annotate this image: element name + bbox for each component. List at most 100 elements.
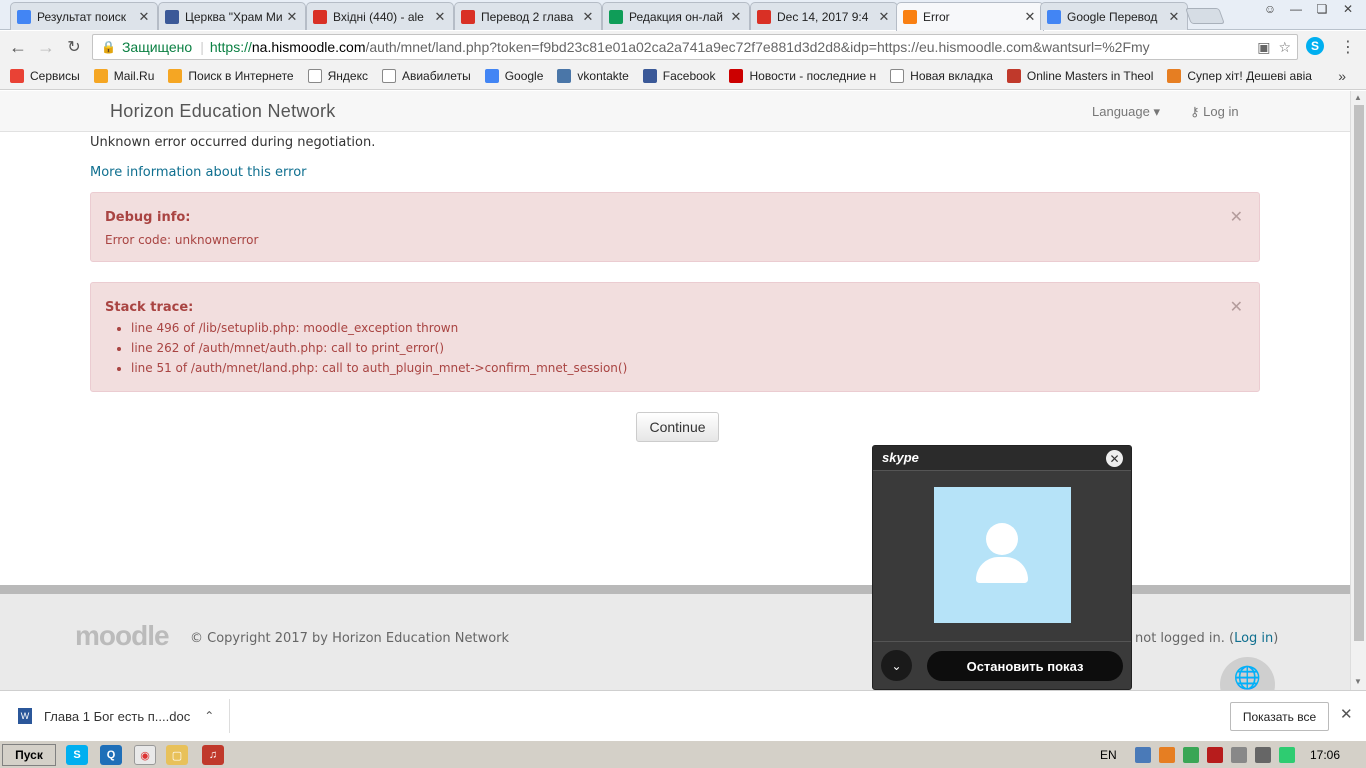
bookmark-item[interactable]: Супер хіт! Дешеві авіа [1167,69,1312,83]
skype-taskbar-icon[interactable]: S [66,745,88,765]
url-scheme: https:// [209,39,252,55]
bookmark-item[interactable]: Facebook [642,69,715,83]
windows-taskbar: Пуск S Q ◉ ▢ ♫ EN 17:06 [0,740,1366,768]
stop-sharing-button[interactable]: Остановить показ [927,651,1123,681]
close-window-button[interactable]: ✕ [1336,0,1360,18]
site-brand[interactable]: Horizon Education Network [110,101,336,122]
browser-tab[interactable]: Dec 14, 2017 9:4 ✕ [750,2,898,30]
display-icon[interactable] [1254,747,1271,763]
close-icon[interactable]: ✕ [729,9,743,25]
page-scrollbar[interactable]: ▲ ▼ [1350,91,1366,690]
bookmark-item[interactable]: Сервисы [10,69,80,83]
bookmark-label: Авиабилеты [401,69,471,83]
security-icon[interactable] [1278,747,1295,763]
show-all-downloads-button[interactable]: Показать все [1230,702,1329,731]
scrollbar-thumb[interactable] [1354,105,1364,641]
bookmark-item[interactable]: Авиабилеты [381,69,471,83]
login-status-prefix: not logged in. ( [1135,631,1235,646]
footer-login-link[interactable]: Log in [1234,631,1273,646]
flag-icon [1167,69,1182,83]
browser-tab[interactable]: Error ✕ [896,2,1044,31]
reload-button[interactable]: ↻ [62,35,86,59]
scroll-down-icon[interactable]: ▼ [1354,677,1362,686]
forward-button[interactable]: → [34,35,58,59]
page-icon [307,69,322,83]
close-icon[interactable]: ✕ [285,9,299,25]
download-item[interactable]: W Глава 1 Бог есть п....doc ⌃ [10,699,230,733]
close-icon[interactable]: ✕ [1340,705,1353,723]
stack-trace-item: line 496 of /lib/setuplib.php: moodle_ex… [131,321,1245,335]
clock: 17:06 [1310,748,1341,762]
chrome-taskbar-icon[interactable]: ◉ [134,745,156,765]
url-path: /auth/mnet/land.php?token=f9bd23c81e01a0… [365,39,1150,55]
drive-icon [609,9,623,24]
gmail-icon [313,9,327,24]
user-icon[interactable]: ☺ [1258,0,1282,18]
browser-tab-strip: Результат поиск ✕ Церква "Храм Ми ✕ Вхідні (… [0,0,1366,31]
bookmark-item[interactable]: Поиск в Интернете [168,69,294,83]
browser-tab[interactable]: Редакция он-лай ✕ [602,2,750,30]
chevron-up-icon[interactable]: ⌃ [204,709,214,723]
bookmark-label: Новая вкладка [910,69,993,83]
bookmark-star-icon[interactable]: ☆ [1278,39,1291,56]
address-bar[interactable]: 🔒 Защищено | https:// na.hismoodle.com /… [92,34,1298,60]
system-tray: EN [1100,744,1303,766]
close-icon[interactable]: ✕ [877,9,891,25]
copyright-text: © Copyright 2017 by Horizon Education Ne… [190,631,510,646]
bookmark-item[interactable]: Google [484,69,543,83]
globe-icon[interactable]: 🌐 [1220,657,1275,690]
restore-button[interactable]: ❏ [1310,0,1334,18]
skype-extension-icon[interactable]: S [1306,37,1324,55]
close-icon[interactable]: ✕ [137,9,151,25]
close-icon[interactable]: ✕ [1106,450,1123,467]
search-taskbar-icon[interactable]: Q [100,745,122,765]
bookmark-item[interactable]: Mail.Ru [93,69,154,83]
bookmarks-overflow-icon[interactable]: » [1338,68,1346,84]
torrent-icon[interactable] [1182,747,1199,763]
scroll-up-icon[interactable]: ▲ [1354,93,1362,102]
close-icon[interactable]: ✕ [581,9,595,25]
continue-button[interactable]: Continue [636,412,719,442]
music-taskbar-icon[interactable]: ♫ [202,745,224,765]
translate-icon[interactable]: ▣ [1257,39,1270,56]
close-icon[interactable]: ✕ [1230,297,1243,316]
language-indicator[interactable]: EN [1100,748,1117,762]
close-icon[interactable]: ✕ [1230,207,1243,226]
bookmark-item[interactable]: Яндекс [307,69,368,83]
volume-icon[interactable] [1230,747,1247,763]
bookmark-label: vkontakte [577,69,629,83]
stack-trace-item: line 262 of /auth/mnet/auth.php: call to… [131,341,1245,355]
browser-tab[interactable]: Церква "Храм Ми ✕ [158,2,306,30]
bookmark-item[interactable]: Online Masters in Theol [1006,69,1153,83]
bookmark-label: Яндекс [327,69,368,83]
login-link[interactable]: ⚷ Log in [1190,104,1239,120]
bookmark-item[interactable]: Новая вкладка [890,69,993,83]
language-menu[interactable]: Language ▾ [1092,104,1160,120]
close-icon[interactable]: ✕ [1167,9,1181,25]
browser-menu-icon[interactable]: ⋮ [1340,37,1356,57]
network-icon[interactable] [1134,747,1151,763]
bookmark-item[interactable]: Новости - последние н [729,69,876,83]
browser-tab[interactable]: Вхідні (440) - ale ✕ [306,2,454,30]
more-info-link[interactable]: More information about this error [90,165,307,180]
back-button[interactable]: ← [6,35,30,59]
chevron-down-icon[interactable]: ⌄ [881,650,912,681]
moodle-icon [903,10,917,24]
new-tab-button[interactable] [1185,8,1225,24]
avatar [934,487,1071,623]
word-doc-icon: W [18,708,32,724]
pdf-icon[interactable] [1206,747,1223,763]
minimize-button[interactable]: — [1284,0,1308,18]
folder-taskbar-icon[interactable]: ▢ [166,745,188,765]
close-icon[interactable]: ✕ [1023,9,1037,25]
bookmark-item[interactable]: vkontakte [557,69,629,83]
browser-tab[interactable]: Перевод 2 глава ✕ [454,2,602,30]
browser-tab[interactable]: Результат поиск ✕ [10,2,158,30]
tray-app-icon[interactable] [1158,747,1175,763]
start-button[interactable]: Пуск [2,744,56,766]
login-status-suffix: ) [1273,631,1279,646]
close-icon[interactable]: ✕ [433,9,447,25]
browser-toolbar: ← → ↻ 🔒 Защищено | https:// na.hismoodle… [0,31,1366,63]
browser-tab[interactable]: Google Перевод ✕ [1040,2,1188,30]
facebook-icon [642,69,657,83]
